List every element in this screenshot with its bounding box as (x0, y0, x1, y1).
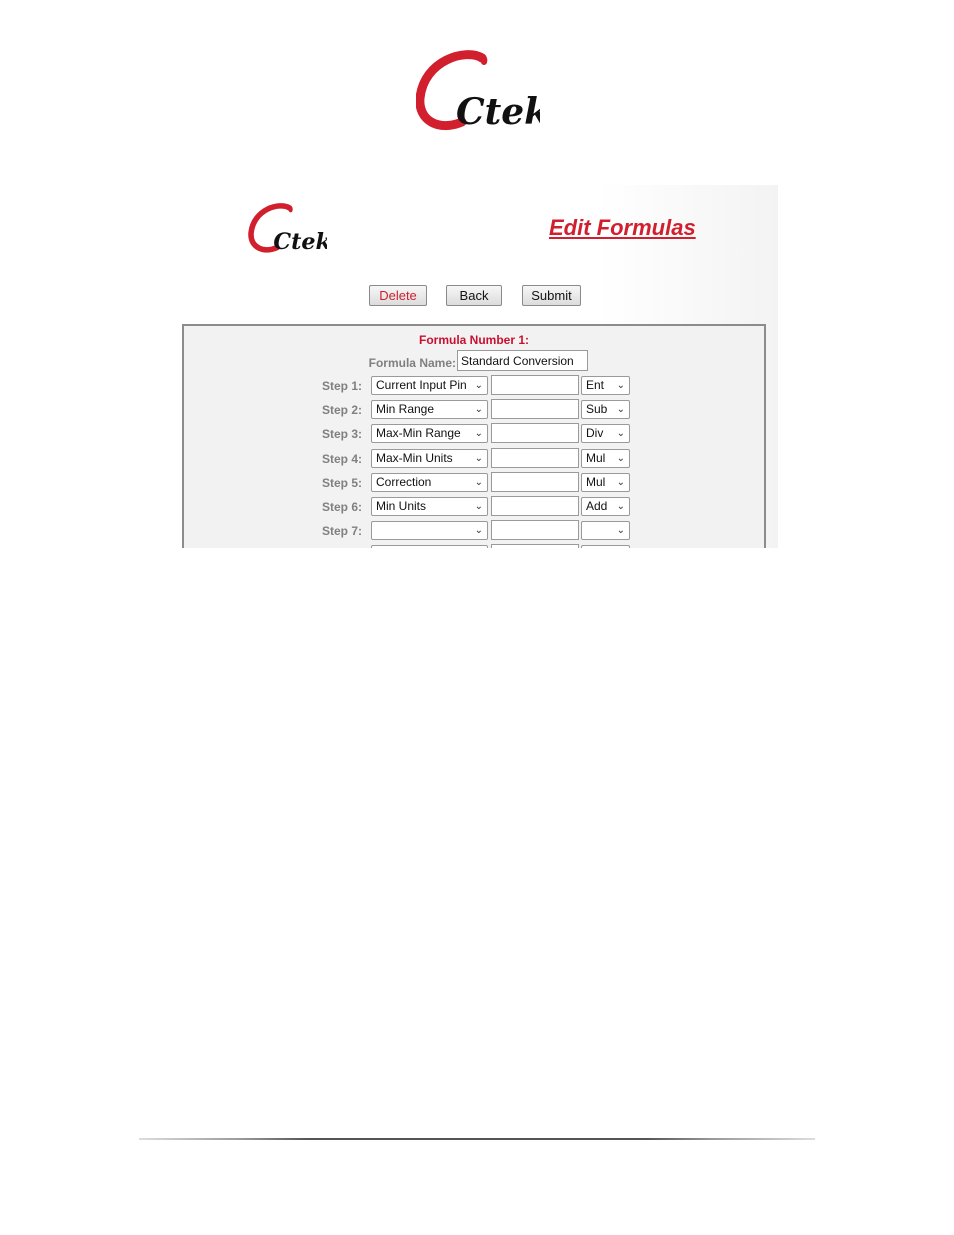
chevron-down-icon: ⌄ (474, 404, 483, 415)
chevron-down-icon: ⌄ (616, 428, 625, 439)
step-operator-select[interactable]: Sub ⌄ (581, 400, 630, 419)
step-source-select[interactable]: Correction ⌄ (371, 473, 488, 492)
ctek-logo-text: Ctek (456, 91, 540, 133)
formula-name-label: Formula Name: (368, 356, 456, 370)
step-source-value: Correction (376, 475, 432, 489)
step-operator-value: Add (586, 499, 608, 513)
step-value-input[interactable] (491, 496, 579, 516)
step-value-input[interactable] (491, 520, 579, 540)
step-label: Step 6: (321, 500, 362, 514)
step-operator-value: Mul (586, 475, 606, 489)
ctek-logo-small: Ctek (248, 203, 327, 255)
step-value-input[interactable] (491, 472, 579, 492)
formula-number-heading: Formula Number 1: (418, 333, 529, 347)
step-label: Step 2: (321, 403, 362, 417)
step-label: Step 1: (321, 379, 362, 393)
step-operator-select[interactable]: Add ⌄ (581, 497, 630, 516)
step-source-select[interactable]: Max-Min Units ⌄ (371, 449, 488, 468)
step-operator-value: Sub (586, 402, 608, 416)
step-operator-select[interactable]: Div ⌄ (581, 424, 630, 443)
chevron-down-icon: ⌄ (616, 525, 625, 536)
step-source-select[interactable]: Current Input Pin ⌄ (371, 376, 488, 395)
formula-name-input[interactable] (457, 350, 588, 371)
step-value-input[interactable] (491, 399, 579, 419)
chevron-down-icon: ⌄ (616, 477, 625, 488)
formula-panel: Formula Number 1: Formula Name: Step 1: C… (182, 324, 766, 548)
chevron-down-icon: ⌄ (474, 380, 483, 391)
chevron-down-icon: ⌄ (617, 546, 625, 548)
ctek-logo: Ctek (416, 50, 540, 133)
chevron-down-icon: ⌄ (616, 380, 625, 391)
step-label: Step 5: (321, 476, 362, 490)
step-operator-value: Div (586, 426, 604, 440)
delete-button[interactable]: Delete (369, 285, 427, 306)
edit-formulas-screenshot: Ctek Edit Formulas Delete Back Submit Fo… (180, 185, 778, 548)
step-source-select[interactable]: ⌄ (371, 545, 488, 548)
step-label: Step 7: (321, 524, 362, 538)
step-operator-select[interactable]: Mul ⌄ (581, 473, 630, 492)
step-value-input[interactable] (491, 448, 579, 468)
footer-divider (139, 1138, 815, 1140)
step-source-select[interactable]: Min Units ⌄ (371, 497, 488, 516)
submit-button[interactable]: Submit (522, 285, 581, 306)
page-title[interactable]: Edit Formulas (549, 215, 696, 241)
step-source-value: Max-Min Range (376, 426, 461, 440)
step-source-select[interactable]: Min Range ⌄ (371, 400, 488, 419)
chevron-down-icon: ⌄ (474, 453, 483, 464)
chevron-down-icon: ⌄ (616, 453, 625, 464)
step-operator-select[interactable]: ⌄ (581, 545, 630, 548)
step-source-value: Current Input Pin (376, 378, 467, 392)
step-operator-value: Ent (586, 378, 605, 392)
step-value-input[interactable] (491, 423, 579, 443)
chevron-down-icon: ⌄ (474, 525, 483, 536)
step-label: Step 3: (321, 427, 362, 441)
chevron-down-icon: ⌄ (474, 428, 483, 439)
back-button[interactable]: Back (446, 285, 502, 306)
step-value-input[interactable] (491, 544, 579, 548)
step-source-value: Min Units (376, 499, 427, 513)
step-operator-select[interactable]: ⌄ (581, 521, 630, 540)
step-operator-select[interactable]: Ent ⌄ (581, 376, 630, 395)
step-operator-select[interactable]: Mul ⌄ (581, 449, 630, 468)
chevron-down-icon: ⌄ (616, 404, 625, 415)
chevron-down-icon: ⌄ (474, 477, 483, 488)
step-label: Step 4: (321, 452, 362, 466)
step-source-select[interactable]: ⌄ (371, 521, 488, 540)
ctek-logo-small-text: Ctek (273, 229, 327, 255)
step-source-select[interactable]: Max-Min Range ⌄ (371, 424, 488, 443)
chevron-down-icon: ⌄ (475, 546, 483, 548)
step-source-value: Max-Min Units (376, 451, 453, 465)
step-source-value: Min Range (376, 402, 435, 416)
chevron-down-icon: ⌄ (616, 501, 625, 512)
chevron-down-icon: ⌄ (474, 501, 483, 512)
step-operator-value: Mul (586, 451, 606, 465)
step-value-input[interactable] (491, 375, 579, 395)
